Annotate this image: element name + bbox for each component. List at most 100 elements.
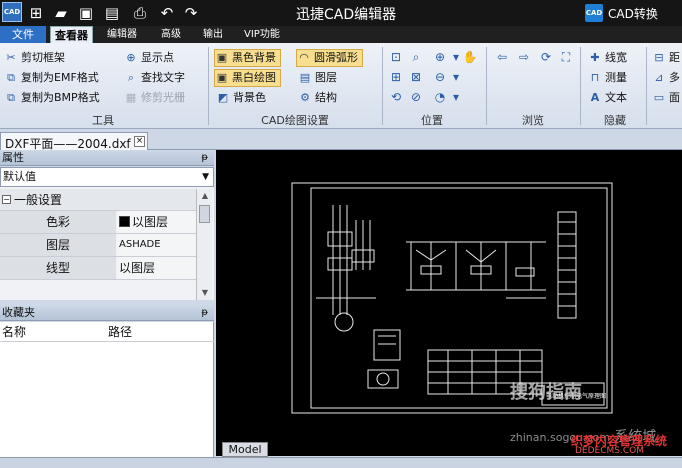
- property-key: 线型: [0, 257, 116, 279]
- property-key: 色彩: [0, 211, 116, 233]
- zoom-out-icon[interactable]: ⊖: [432, 69, 448, 85]
- arrow-right-icon[interactable]: ⇨: [516, 49, 532, 65]
- line-width-button[interactable]: ✚ 线宽: [588, 49, 627, 67]
- cad-convert-label: CAD转换: [608, 6, 658, 21]
- menu-tabs: 文件 查看器 编辑器 高级 输出 VIP功能: [0, 26, 682, 43]
- copy-bmp-button[interactable]: ⧉ 复制为BMP格式: [4, 89, 100, 107]
- properties-panel: 默认值 ▼ − 一般设置 色彩 以图层 图层 ASHADE 线型 以图层 ▲ ▼: [0, 167, 214, 300]
- collapse-icon[interactable]: −: [2, 195, 11, 204]
- tab-advanced[interactable]: 高级: [157, 26, 185, 43]
- pin-icon[interactable]: ᵽ: [201, 151, 208, 165]
- cad-drawing: 电动机控制电气原理图: [291, 182, 613, 414]
- black-white-button[interactable]: ▣ 黑白绘图: [214, 69, 281, 87]
- favorites-columns: 名称 路径: [0, 322, 214, 342]
- area-icon: ▭: [653, 91, 665, 104]
- real-time-zoom-icon[interactable]: ⊘: [408, 89, 424, 105]
- property-group-general[interactable]: − 一般设置: [0, 189, 196, 211]
- status-bar: [0, 457, 682, 468]
- property-value[interactable]: ASHADE: [117, 234, 196, 256]
- group-label-cad-settings: CAD绘图设置: [261, 114, 329, 127]
- redo-icon[interactable]: ↷: [181, 3, 201, 23]
- ribbon-separator: [382, 47, 383, 125]
- property-key: 图层: [0, 234, 116, 256]
- group-label-browse: 浏览: [522, 114, 544, 127]
- property-row[interactable]: 色彩 以图层: [0, 211, 196, 234]
- undo-icon[interactable]: ↶: [157, 3, 177, 23]
- area-button[interactable]: ▭ 面: [652, 89, 680, 107]
- tab-output[interactable]: 输出: [199, 26, 227, 43]
- arrow-left-icon[interactable]: ⇦: [494, 49, 510, 65]
- close-icon[interactable]: ×: [134, 136, 145, 147]
- property-value[interactable]: 以图层: [117, 257, 196, 279]
- structure-button[interactable]: ⚙ 结构: [298, 89, 337, 107]
- property-row[interactable]: 线型 以图层: [0, 257, 196, 280]
- distance-icon: ⊟: [654, 51, 664, 64]
- property-value[interactable]: 以图层: [117, 211, 196, 233]
- print-icon[interactable]: ⎙: [130, 3, 150, 23]
- tab-viewer[interactable]: 查看器: [50, 26, 93, 43]
- favorites-title: 收藏夹: [2, 306, 35, 319]
- document-tab[interactable]: DXF平面——2004.dxf ×: [0, 132, 148, 151]
- line-width-icon: ✚: [590, 51, 600, 64]
- open-icon[interactable]: ▰: [51, 3, 71, 23]
- copy-bmp-icon: ⧉: [7, 91, 15, 104]
- layers-button[interactable]: ▤ 图层: [298, 69, 337, 87]
- text-button[interactable]: A 文本: [588, 89, 627, 107]
- zoom-in-icon[interactable]: ⊕: [432, 49, 448, 65]
- cut-frame-button[interactable]: ✂ 剪切框架: [4, 49, 65, 67]
- view-3d-icon[interactable]: ◔: [432, 89, 448, 105]
- extents-icon[interactable]: ⊞: [388, 69, 404, 85]
- column-path[interactable]: 路径: [108, 322, 132, 342]
- zoom-out-dropdown-icon[interactable]: ▾: [448, 69, 464, 85]
- tab-editor[interactable]: 编辑器: [103, 26, 141, 43]
- fit-icon[interactable]: ⊡: [388, 49, 404, 65]
- measure-button[interactable]: ⊓ 测量: [588, 69, 627, 87]
- distance-button[interactable]: ⊟ 距: [652, 49, 680, 67]
- favorites-panel-header: 收藏夹 ᵽ: [0, 306, 214, 321]
- document-tab-label: DXF平面——2004.dxf: [5, 137, 131, 151]
- group-label-position: 位置: [421, 114, 443, 127]
- zoom-all-icon[interactable]: ⊠: [408, 69, 424, 85]
- refresh-icon[interactable]: ⟳: [538, 49, 554, 65]
- favorites-panel: 名称 路径: [0, 322, 214, 468]
- background-color-button[interactable]: ◩ 背景色: [216, 89, 266, 107]
- properties-scrollbar[interactable]: ▲ ▼: [196, 189, 212, 300]
- watermark-sogou: 搜狗指南: [510, 382, 582, 403]
- group-label-hide: 隐藏: [604, 114, 626, 127]
- fullscreen-icon[interactable]: ⛶: [558, 49, 574, 65]
- app-logo[interactable]: CAD: [2, 2, 22, 22]
- polyline-button[interactable]: ⊿ 多: [652, 69, 680, 87]
- show-points-icon: ⊕: [126, 51, 136, 64]
- pan-hand-icon[interactable]: ✋: [462, 49, 478, 65]
- scroll-thumb[interactable]: [199, 205, 210, 223]
- black-background-button[interactable]: ▣ 黑色背景: [214, 49, 281, 67]
- layers-icon: ▤: [299, 71, 311, 84]
- drawing-canvas[interactable]: 电动机控制电气原理图: [216, 150, 682, 456]
- title-bar: CAD ⊞ ▰ ▣ ▤ ⎙ ↶ ↷ 迅捷CAD编辑器 CAD CAD转换: [0, 0, 682, 26]
- properties-dropdown-value: 默认值: [3, 170, 36, 183]
- properties-dropdown[interactable]: 默认值 ▼: [0, 167, 214, 187]
- view-3d-dropdown-icon[interactable]: ▾: [448, 89, 464, 105]
- previous-view-icon[interactable]: ⟲: [388, 89, 404, 105]
- trim-raster-button[interactable]: ▦ 修剪光栅: [124, 89, 185, 107]
- black-white-icon: ▣: [216, 71, 228, 84]
- scroll-down-icon[interactable]: ▼: [197, 286, 213, 300]
- new-icon[interactable]: ⊞: [26, 3, 46, 23]
- save-icon[interactable]: ▣: [76, 3, 96, 23]
- tab-file[interactable]: 文件: [0, 26, 46, 43]
- properties-title: 属性: [2, 151, 24, 164]
- cad-convert-button[interactable]: CAD CAD转换: [585, 3, 658, 23]
- tab-vip[interactable]: VIP功能: [240, 26, 284, 43]
- ribbon-separator: [486, 47, 487, 125]
- property-row[interactable]: 图层 ASHADE: [0, 234, 196, 257]
- pin-icon[interactable]: ᵽ: [201, 306, 208, 320]
- column-name[interactable]: 名称: [2, 322, 26, 342]
- zoom-window-icon[interactable]: ⌕: [408, 49, 424, 65]
- find-text-button[interactable]: ⌕ 查找文字: [124, 69, 185, 87]
- scroll-up-icon[interactable]: ▲: [197, 189, 213, 203]
- show-points-button[interactable]: ⊕ 显示点: [124, 49, 174, 67]
- model-tab[interactable]: Model: [222, 442, 268, 457]
- copy-emf-button[interactable]: ⧉ 复制为EMF格式: [4, 69, 99, 87]
- save-as-icon[interactable]: ▤: [102, 3, 122, 23]
- smooth-arc-button[interactable]: ◠ 圆滑弧形: [296, 49, 363, 67]
